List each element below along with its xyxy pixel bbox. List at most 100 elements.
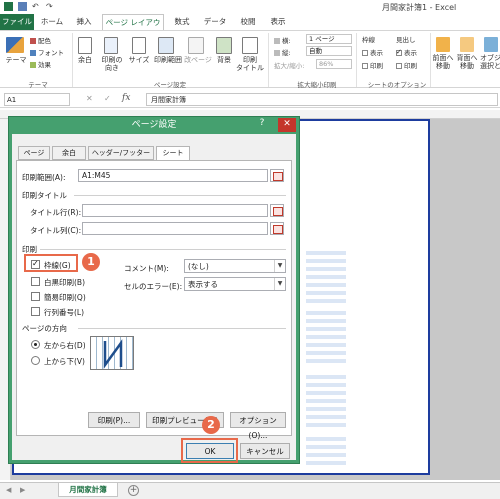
headings-heading: 見出し bbox=[396, 36, 416, 44]
title-cols-label: タイトル列(C): bbox=[30, 226, 82, 235]
print-area-input[interactable]: A1:M45 bbox=[78, 169, 268, 182]
print-area-range-picker-icon[interactable] bbox=[270, 169, 284, 182]
gridlines-print-checkbox[interactable]: 印刷 bbox=[362, 60, 383, 70]
ribbon-separator bbox=[268, 33, 269, 87]
page-order-preview-icon bbox=[90, 336, 134, 370]
print-area-button[interactable]: 印刷範囲 bbox=[152, 56, 184, 64]
formula-input[interactable]: 月間家計簿 bbox=[146, 93, 498, 106]
selection-pane-icon[interactable] bbox=[484, 37, 498, 52]
mini-table-block bbox=[306, 437, 346, 469]
name-box[interactable]: A1 bbox=[4, 93, 70, 106]
print-titles-heading: 印刷タイトル bbox=[22, 191, 67, 200]
print-titles-button[interactable]: 印刷 タイトル bbox=[236, 56, 264, 72]
tab-page-layout[interactable]: ページ レイアウト bbox=[102, 14, 164, 43]
tab-page[interactable]: ページ bbox=[18, 146, 50, 160]
tab-margins[interactable]: 余白 bbox=[52, 146, 86, 160]
orientation-icon[interactable] bbox=[104, 37, 118, 54]
background-button[interactable]: 背景 bbox=[212, 56, 236, 64]
title-rows-input[interactable] bbox=[82, 204, 268, 217]
margins-icon[interactable] bbox=[78, 37, 92, 54]
title-rows-label: タイトル行(R): bbox=[30, 208, 82, 217]
headings-view-checkbox[interactable]: 表示 bbox=[396, 47, 417, 57]
sheet-tab-active[interactable]: 月間家計簿 bbox=[58, 483, 118, 497]
selection-pane-button[interactable]: オブジェクトの 選択と表示 bbox=[480, 54, 500, 70]
bring-forward-icon[interactable] bbox=[436, 37, 450, 52]
title-cols-input[interactable] bbox=[82, 222, 268, 235]
theme-fonts-button[interactable]: フォント bbox=[30, 47, 64, 57]
tab-sheet[interactable]: シート bbox=[156, 146, 190, 161]
width-dropdown[interactable]: 1 ページ bbox=[306, 34, 352, 44]
tab-insert[interactable]: 挿入 bbox=[72, 14, 96, 30]
themes-button[interactable]: テーマ bbox=[2, 56, 30, 64]
tab-review[interactable]: 校閲 bbox=[236, 14, 260, 30]
options-button[interactable]: オプション(O)... bbox=[230, 412, 286, 440]
width-label: 横: bbox=[274, 35, 291, 45]
step-badge-1: 1 bbox=[82, 253, 100, 271]
help-icon[interactable]: ? bbox=[256, 118, 268, 132]
print-area-icon[interactable] bbox=[158, 37, 174, 54]
redo-icon[interactable]: ↷ bbox=[46, 2, 55, 11]
group-label-sheet-options: シートのオプション bbox=[367, 81, 427, 89]
chevron-down-icon: ▼ bbox=[274, 260, 285, 272]
checkbox-icon bbox=[396, 63, 402, 69]
effects-icon bbox=[30, 62, 36, 68]
black-white-checkbox[interactable] bbox=[31, 277, 40, 286]
tab-file[interactable]: ファイル bbox=[0, 14, 34, 30]
draft-quality-label: 簡易印刷(Q) bbox=[44, 293, 86, 302]
undo-icon[interactable]: ↶ bbox=[32, 2, 41, 11]
scale-spinner[interactable]: 86% bbox=[316, 59, 352, 69]
print-button[interactable]: 印刷(P)... bbox=[88, 412, 140, 428]
theme-colors-button[interactable]: 配色 bbox=[30, 35, 51, 45]
headings-print-checkbox[interactable]: 印刷 bbox=[396, 60, 417, 70]
ribbon-separator bbox=[72, 33, 73, 87]
send-backward-button[interactable]: 背面へ 移動 bbox=[456, 54, 478, 70]
row-col-headings-checkbox[interactable] bbox=[31, 307, 40, 316]
title-cols-range-picker-icon[interactable] bbox=[270, 222, 284, 235]
over-then-down-radio[interactable] bbox=[31, 356, 40, 365]
close-icon[interactable]: ✕ bbox=[278, 118, 296, 132]
function-icon[interactable]: fx bbox=[122, 93, 130, 103]
save-icon[interactable] bbox=[18, 2, 27, 11]
tab-view[interactable]: 表示 bbox=[266, 14, 290, 30]
gridlines-view-checkbox[interactable]: 表示 bbox=[362, 47, 383, 57]
cancel-icon[interactable]: ✕ bbox=[86, 94, 93, 103]
draft-quality-checkbox[interactable] bbox=[31, 292, 40, 301]
background-icon[interactable] bbox=[216, 37, 232, 54]
margins-button[interactable]: 余白 bbox=[74, 56, 96, 64]
title-rows-range-picker-icon[interactable] bbox=[270, 204, 284, 217]
highlight-box-ok bbox=[181, 438, 238, 463]
theme-effects-button[interactable]: 効果 bbox=[30, 59, 51, 69]
excel-app-icon bbox=[4, 2, 13, 11]
section-divider bbox=[78, 328, 286, 329]
down-then-over-radio[interactable] bbox=[31, 340, 40, 349]
themes-icon[interactable] bbox=[6, 37, 24, 53]
bring-forward-button[interactable]: 前面へ 移動 bbox=[432, 54, 454, 70]
add-sheet-icon[interactable]: + bbox=[128, 485, 139, 496]
tab-home[interactable]: ホーム bbox=[38, 14, 66, 30]
size-button[interactable]: サイズ bbox=[126, 56, 152, 64]
cancel-button[interactable]: キャンセル bbox=[240, 443, 290, 459]
print-titles-icon[interactable] bbox=[242, 37, 258, 54]
height-dropdown[interactable]: 自動 bbox=[306, 46, 352, 56]
group-label-page-setup: ページ設定 bbox=[153, 81, 187, 89]
send-backward-icon[interactable] bbox=[460, 37, 474, 52]
size-icon[interactable] bbox=[132, 37, 146, 54]
tab-header-footer[interactable]: ヘッダー/フッター bbox=[88, 146, 154, 160]
highlight-box-gridlines bbox=[24, 254, 78, 272]
step-badge-2: 2 bbox=[202, 416, 220, 434]
enter-icon[interactable]: ✓ bbox=[104, 94, 111, 103]
mini-table-block bbox=[306, 251, 346, 305]
cell-errors-select[interactable]: 表示する ▼ bbox=[184, 277, 286, 291]
breaks-button[interactable]: 改ページ bbox=[184, 56, 212, 64]
orientation-button[interactable]: 印刷の 向き bbox=[98, 56, 126, 72]
tab-formulas[interactable]: 数式 bbox=[170, 14, 194, 30]
prev-sheet-icon[interactable]: ◀ bbox=[6, 486, 11, 494]
checkbox-icon bbox=[362, 50, 368, 56]
next-sheet-icon[interactable]: ▶ bbox=[20, 486, 25, 494]
breaks-icon[interactable] bbox=[188, 37, 204, 54]
tab-data[interactable]: データ bbox=[200, 14, 230, 30]
mini-table-block bbox=[306, 375, 346, 429]
comments-select[interactable]: (なし) ▼ bbox=[184, 259, 286, 273]
height-icon bbox=[274, 50, 280, 56]
checkbox-icon bbox=[362, 63, 368, 69]
